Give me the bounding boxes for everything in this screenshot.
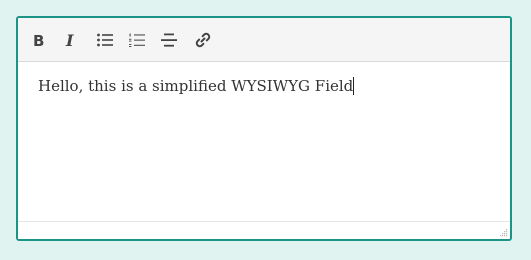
editor-statusbar bbox=[18, 221, 510, 239]
bullet-list-icon bbox=[97, 33, 113, 47]
bullet-list-button[interactable] bbox=[92, 27, 118, 53]
editor-content-area[interactable]: Hello, this is a simplified WYSIWYG Fiel… bbox=[18, 62, 510, 222]
svg-text:B: B bbox=[33, 32, 44, 48]
italic-button[interactable]: I bbox=[58, 27, 84, 53]
wysiwyg-editor: B I Hello, this is a simplified WYSIWYG … bbox=[16, 16, 512, 241]
link-button[interactable] bbox=[190, 27, 216, 53]
editor-text: Hello, this is a simplified WYSIWYG Fiel… bbox=[38, 77, 354, 95]
strikethrough-icon bbox=[161, 33, 177, 47]
svg-text:I: I bbox=[65, 32, 74, 48]
numbered-list-button[interactable] bbox=[124, 27, 150, 53]
numbered-list-icon bbox=[129, 33, 145, 47]
text-caret bbox=[353, 77, 355, 95]
strikethrough-button[interactable] bbox=[156, 27, 182, 53]
bold-icon: B bbox=[33, 32, 44, 48]
link-icon bbox=[195, 32, 211, 48]
resize-handle-icon[interactable] bbox=[498, 227, 508, 237]
bold-button[interactable]: B bbox=[26, 27, 52, 53]
italic-icon: I bbox=[65, 32, 74, 48]
editor-toolbar: B I bbox=[18, 18, 510, 62]
